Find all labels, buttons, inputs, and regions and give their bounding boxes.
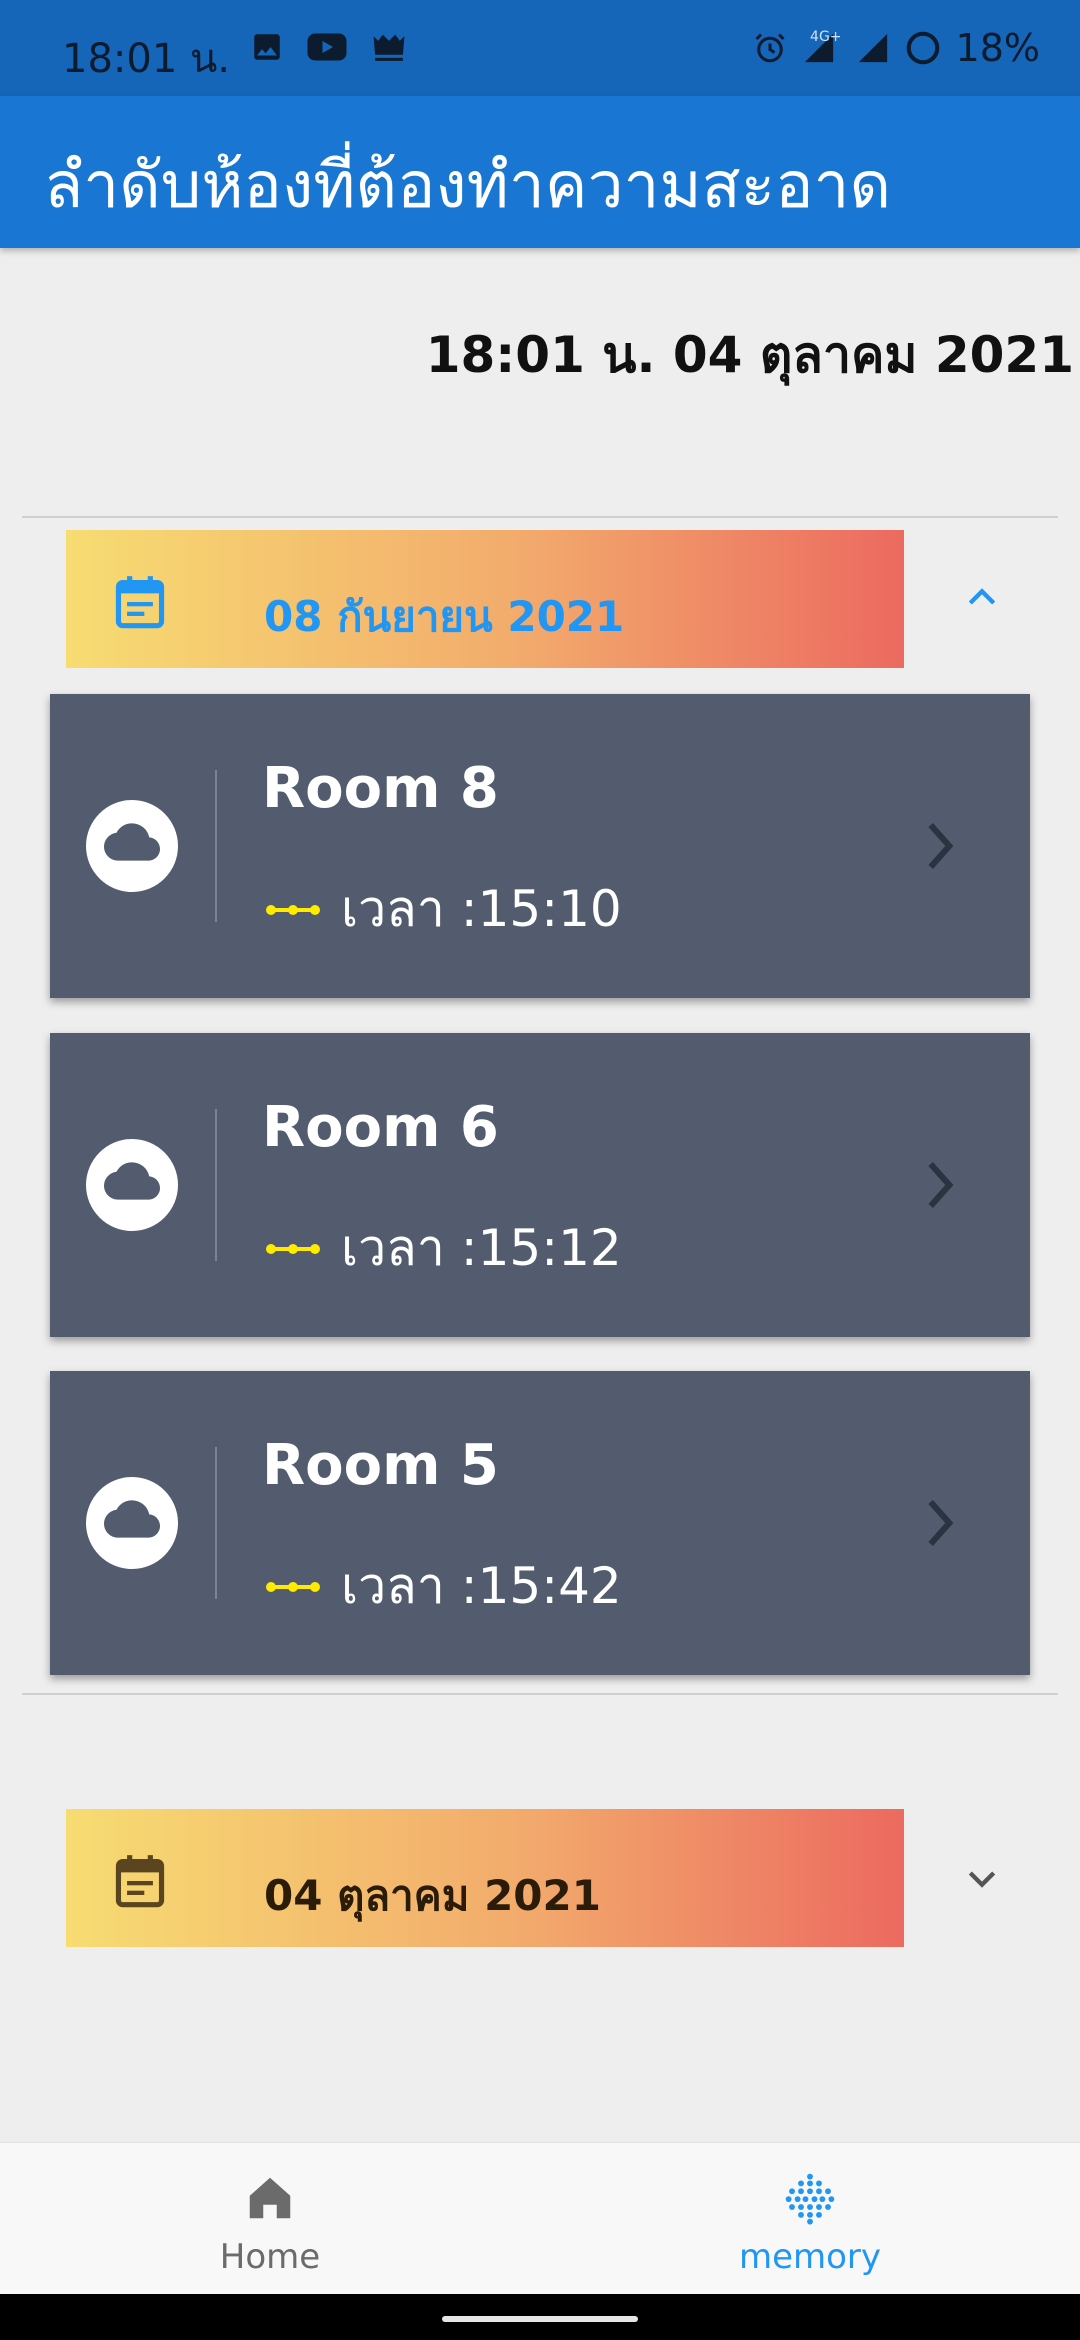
chevron-down-icon[interactable] (962, 1858, 1002, 1898)
cloud-icon (104, 1162, 160, 1200)
room-name: Room 5 (262, 1433, 499, 1498)
memory-icon (785, 2173, 835, 2225)
home-icon (249, 2177, 291, 2219)
room-card[interactable]: Room 8 เวลา :15:10 (50, 694, 1030, 998)
battery-saver-icon (906, 31, 939, 65)
room-name: Room 8 (262, 756, 499, 821)
dots-icon (266, 1581, 320, 1592)
room-card[interactable]: Room 6 เวลา :15:12 (50, 1033, 1030, 1337)
dots-icon (266, 904, 320, 915)
cloud-icon (104, 823, 160, 861)
chevron-up-icon[interactable] (962, 578, 1002, 618)
status-bar: 18:01 น. 4G+ 18% (0, 0, 1080, 96)
room-time: เวลา :15:12 (341, 1219, 622, 1277)
section-divider-top (22, 516, 1058, 518)
date-group-header[interactable]: 08 กันยายน 2021 (66, 530, 904, 668)
cloud-badge (86, 1477, 178, 1569)
nav-memory-label: memory (738, 2237, 882, 2277)
signal-icon-2 (858, 33, 887, 63)
nav-memory[interactable]: memory (660, 2171, 960, 2277)
page-title: ลำดับห้องที่ต้องทำความสะอาด (44, 149, 892, 223)
status-right: 4G+ 18% (752, 26, 1040, 70)
date-group-header[interactable]: 04 ตุลาคม 2021 (66, 1809, 904, 1947)
battery-percent: 18% (955, 26, 1040, 70)
status-time: 18:01 น. (62, 36, 231, 82)
app-notification-icon (373, 34, 405, 61)
cloud-icon (104, 1500, 160, 1538)
chevron-right-icon (928, 1499, 954, 1547)
room-name: Room 6 (262, 1095, 499, 1160)
alarm-icon (755, 33, 785, 63)
section-divider-bottom (22, 1693, 1058, 1695)
nav-home[interactable]: Home (120, 2171, 420, 2277)
home-gesture-handle[interactable] (442, 2316, 638, 2322)
notification-icons (250, 30, 408, 64)
app-bar: ลำดับห้องที่ต้องทำความสะอาด (0, 96, 1080, 248)
system-nav-bar (0, 2294, 1080, 2340)
youtube-icon (307, 33, 347, 61)
nav-home-label: Home (219, 2237, 321, 2277)
room-time-row: เวลา :15:42 (265, 1547, 622, 1626)
group-date-label: 08 กันยายน 2021 (264, 592, 625, 641)
network-type: 4G+ (810, 29, 842, 45)
room-time-row: เวลา :15:12 (265, 1209, 622, 1288)
room-card[interactable]: Room 5 เวลา :15:42 (50, 1371, 1030, 1675)
group-date-label: 04 ตุลาคม 2021 (264, 1871, 601, 1920)
cloud-badge (86, 800, 178, 892)
card-divider (215, 770, 217, 922)
room-time: เวลา :15:10 (341, 880, 622, 938)
current-datetime: 18:01 น. 04 ตุลาคม 2021 (425, 326, 1074, 384)
calendar-icon (115, 1855, 165, 1908)
chevron-right-icon (928, 822, 954, 870)
bottom-navigation: Home memory (0, 2142, 1080, 2294)
room-time: เวลา :15:42 (341, 1557, 622, 1615)
image-icon (254, 34, 280, 60)
card-divider (215, 1447, 217, 1599)
card-divider (215, 1109, 217, 1261)
calendar-icon (115, 576, 165, 629)
cloud-badge (86, 1139, 178, 1231)
room-time-row: เวลา :15:10 (265, 870, 622, 949)
chevron-right-icon (928, 1161, 954, 1209)
dots-icon (266, 1243, 320, 1254)
